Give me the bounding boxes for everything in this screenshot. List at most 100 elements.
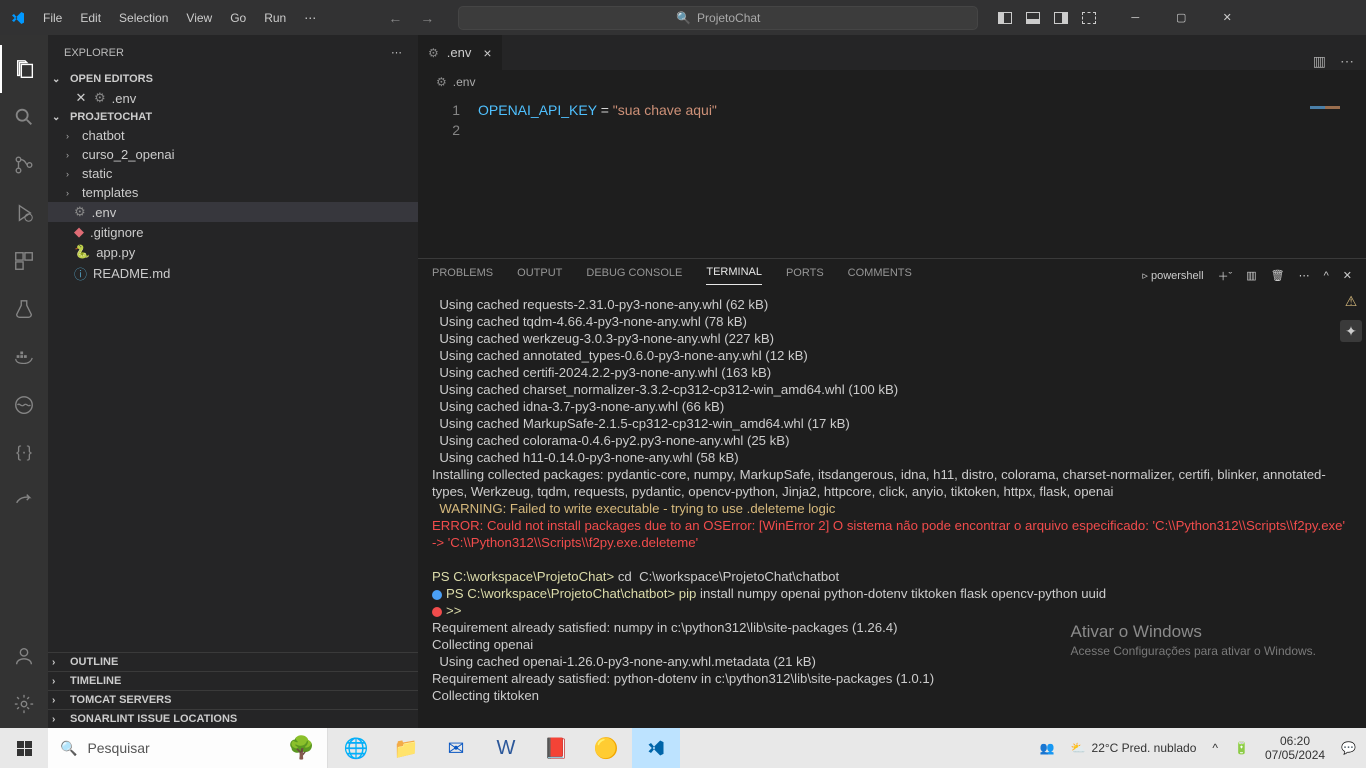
taskbar-mail-icon[interactable]: ✉ (432, 728, 480, 768)
close-button[interactable]: ✕ (1204, 0, 1250, 35)
layout-bottom-icon[interactable] (1026, 12, 1040, 24)
explorer-sidebar: EXPLORER ⋯ ⌄OPEN EDITORS ✕ ⚙ .env ⌄PROJE… (48, 35, 418, 728)
file-env[interactable]: ⚙.env (48, 202, 418, 222)
taskbar-word-icon[interactable]: W (482, 728, 530, 768)
tab-debug-console[interactable]: DEBUG CONSOLE (586, 267, 682, 285)
open-editor-env[interactable]: ✕ ⚙ .env (48, 88, 418, 108)
folder-curso[interactable]: ›curso_2_openai (48, 145, 418, 164)
file-app-py[interactable]: 🐍app.py (48, 242, 418, 262)
taskbar-chrome-icon[interactable]: 🟡 (582, 728, 630, 768)
menu-more-icon[interactable]: ⋯ (296, 7, 324, 29)
file-gitignore[interactable]: ◆.gitignore (48, 222, 418, 242)
clock[interactable]: 06:20 07/05/2024 (1265, 734, 1325, 762)
minimize-button[interactable]: ─ (1112, 0, 1158, 35)
new-terminal-icon[interactable]: ＋ˇ (1218, 268, 1233, 284)
layout-right-icon[interactable] (1054, 12, 1068, 24)
explorer-more-icon[interactable]: ⋯ (391, 46, 402, 59)
menu-file[interactable]: File (35, 7, 70, 29)
activity-search-icon[interactable] (0, 93, 48, 141)
trash-icon[interactable]: 🗑 (1271, 269, 1285, 282)
breadcrumb[interactable]: ⚙ .env (418, 70, 1366, 94)
menu-selection[interactable]: Selection (111, 7, 176, 29)
weather-widget[interactable]: ⛅ 22°C Pred. nublado (1071, 741, 1197, 755)
tab-comments[interactable]: COMMENTS (848, 267, 912, 285)
taskbar-apps: 🌐 📁 ✉ W 📕 🟡 (328, 728, 684, 768)
nav-forward-icon[interactable]: → (416, 6, 438, 30)
tab-env[interactable]: ⚙ .env × (418, 35, 503, 70)
menu-go[interactable]: Go (222, 7, 254, 29)
file-readme[interactable]: ⓘREADME.md (48, 262, 418, 285)
project-header[interactable]: ⌄PROJETOCHAT (48, 108, 418, 126)
shell-select[interactable]: ▹ powershell (1142, 269, 1203, 282)
taskbar-pdf-icon[interactable]: 📕 (532, 728, 580, 768)
activity-wave-icon[interactable] (0, 381, 48, 429)
taskbar-search[interactable]: 🔍 Pesquisar 🌳 (48, 728, 328, 768)
terminal-panel: PROBLEMS OUTPUT DEBUG CONSOLE TERMINAL P… (418, 258, 1366, 728)
title-bar: File Edit Selection View Go Run ⋯ ← → 🔍 … (0, 0, 1366, 35)
activity-docker-icon[interactable] (0, 333, 48, 381)
tab-terminal[interactable]: TERMINAL (706, 266, 762, 285)
taskbar-vscode-icon[interactable] (632, 728, 680, 768)
gear-icon: ⚙ (436, 75, 447, 89)
tray-chevron-icon[interactable]: ^ (1212, 741, 1218, 755)
menu-view[interactable]: View (178, 7, 220, 29)
gear-icon: ⚙ (74, 204, 86, 220)
maximize-panel-icon[interactable]: ^ (1324, 270, 1329, 282)
folder-templates[interactable]: ›templates (48, 183, 418, 202)
minimap[interactable] (1306, 100, 1366, 258)
activity-json-icon[interactable]: {·} (0, 429, 48, 477)
tomcat-header[interactable]: ›TOMCAT SERVERS (48, 690, 418, 709)
gear-icon: ⚙ (428, 46, 439, 60)
activity-test-icon[interactable] (0, 285, 48, 333)
taskbar-explorer-icon[interactable]: 📁 (382, 728, 430, 768)
layout-left-icon[interactable] (998, 12, 1012, 24)
tab-problems[interactable]: PROBLEMS (432, 267, 493, 285)
editor-overlay-icons: ⚠ ✦ (1340, 290, 1362, 342)
menu-run[interactable]: Run (256, 7, 294, 29)
close-panel-icon[interactable]: ✕ (1343, 269, 1352, 282)
battery-icon[interactable]: 🔋 (1234, 741, 1249, 755)
tab-more-icon[interactable]: ⋯ (1340, 53, 1354, 70)
code-content[interactable]: OPENAI_API_KEY = "sua chave aqui" (478, 100, 1306, 258)
terminal-body[interactable]: Using cached requests-2.31.0-py3-none-an… (418, 292, 1366, 728)
open-editors-header[interactable]: ⌄OPEN EDITORS (48, 70, 418, 88)
search-icon: 🔍 (676, 11, 691, 25)
line-gutter: 1 2 (418, 100, 478, 258)
search-label: ProjetoChat (697, 11, 760, 25)
activity-extensions-icon[interactable] (0, 237, 48, 285)
chat-overlay-icon[interactable]: ✦ (1340, 320, 1362, 342)
activity-files-icon[interactable] (0, 45, 48, 93)
timeline-header[interactable]: ›TIMELINE (48, 671, 418, 690)
split-editor-icon[interactable]: ▥ (1313, 53, 1326, 70)
terminal-more-icon[interactable]: ⋯ (1299, 269, 1310, 282)
search-icon: 🔍 (60, 740, 77, 757)
weather-icon: ⛅ (1071, 741, 1086, 755)
folder-chatbot[interactable]: ›chatbot (48, 126, 418, 145)
split-terminal-icon[interactable]: ▥ (1246, 269, 1256, 282)
menu-edit[interactable]: Edit (72, 7, 109, 29)
activity-git-icon[interactable] (0, 141, 48, 189)
editor-body[interactable]: 1 2 OPENAI_API_KEY = "sua chave aqui" (418, 94, 1366, 258)
activity-settings-icon[interactable] (0, 680, 48, 728)
sonarlint-header[interactable]: ›SONARLINT ISSUE LOCATIONS (48, 709, 418, 728)
nav-back-icon[interactable]: ← (384, 6, 406, 30)
taskbar-edge-icon[interactable]: 🌐 (332, 728, 380, 768)
maximize-button[interactable]: ▢ (1158, 0, 1204, 35)
gear-icon: ⚙ (94, 90, 106, 106)
folder-static[interactable]: ›static (48, 164, 418, 183)
tab-output[interactable]: OUTPUT (517, 267, 562, 285)
teams-tray-icon[interactable]: 👥 (1040, 741, 1055, 755)
search-art-icon: 🌳 (288, 735, 315, 761)
start-button[interactable] (0, 728, 48, 768)
layout-custom-icon[interactable] (1082, 12, 1096, 24)
activity-account-icon[interactable] (0, 632, 48, 680)
notifications-icon[interactable]: 💬 (1341, 741, 1356, 755)
command-center-search[interactable]: 🔍 ProjetoChat (458, 6, 978, 30)
warning-overlay-icon[interactable]: ⚠ (1340, 290, 1362, 312)
close-tab-icon[interactable]: × (483, 45, 491, 61)
activity-share-icon[interactable] (0, 477, 48, 525)
outline-header[interactable]: ›OUTLINE (48, 652, 418, 671)
activity-debug-icon[interactable] (0, 189, 48, 237)
tab-ports[interactable]: PORTS (786, 267, 824, 285)
menu-bar: File Edit Selection View Go Run ⋯ (35, 7, 324, 29)
